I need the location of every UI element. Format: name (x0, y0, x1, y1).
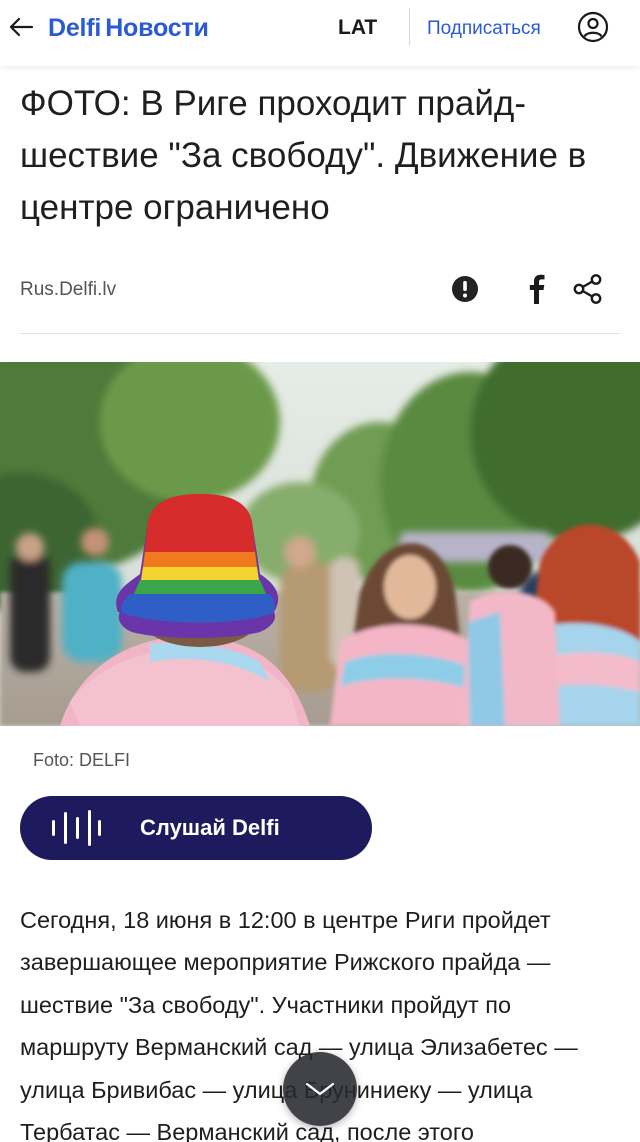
subscribe-link[interactable]: Подписаться (427, 18, 541, 40)
user-circle-icon (577, 11, 609, 43)
share-button[interactable] (571, 272, 605, 306)
profile-button[interactable] (576, 10, 610, 44)
header-divider (409, 8, 410, 46)
share-icon (573, 274, 602, 304)
article-photo[interactable] (0, 362, 640, 726)
article-title: ФОТО: В Риге проходит прайд-шествие "За … (20, 84, 587, 227)
listen-label: Слушай Delfi (140, 815, 280, 840)
photo-caption: Foto: DELFI (33, 750, 131, 770)
listen-delfi-button[interactable]: Слушай Delfi (20, 796, 372, 860)
exclamation-circle-icon (452, 276, 478, 302)
top-bar: Delfi Новости LAT Подписаться (0, 0, 640, 66)
logo-brand: Delfi (48, 14, 102, 42)
report-button[interactable] (450, 274, 480, 304)
source-divider (20, 333, 620, 334)
scroll-down-button[interactable] (283, 1052, 357, 1126)
facebook-icon (529, 274, 545, 304)
delfi-logo[interactable]: Delfi Новости (48, 14, 209, 43)
back-button[interactable] (6, 12, 36, 42)
arrow-left-icon (9, 17, 34, 37)
chevron-down-icon (305, 1082, 335, 1096)
language-switch[interactable]: LAT (338, 16, 377, 40)
facebook-share-button[interactable] (522, 272, 552, 306)
sound-wave-icon (52, 810, 101, 846)
logo-section: Новости (105, 14, 209, 42)
article-source[interactable]: Rus.Delfi.lv (20, 279, 116, 301)
